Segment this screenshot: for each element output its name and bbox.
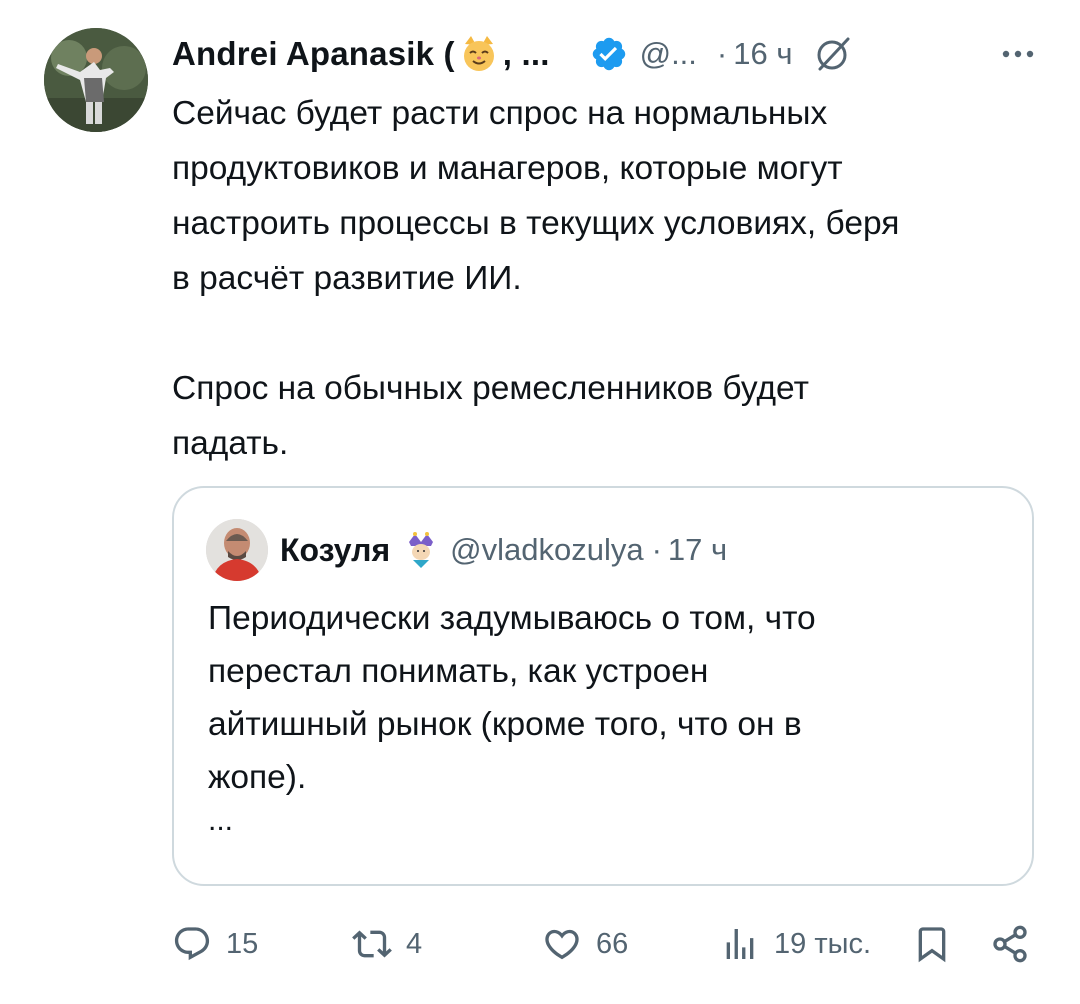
author-name[interactable]: Andrei Apanasik ( bbox=[172, 35, 455, 73]
repost-icon bbox=[352, 930, 392, 958]
author-handle[interactable]: @... bbox=[640, 36, 697, 72]
quoted-tweet-time: 17 ч bbox=[667, 532, 728, 567]
quoted-separator-dot: · bbox=[651, 532, 662, 567]
bookmark-button[interactable] bbox=[912, 912, 952, 976]
bookmark-icon bbox=[918, 927, 946, 963]
share-icon bbox=[993, 925, 1027, 963]
like-count: 66 bbox=[596, 927, 629, 960]
quoted-tweet-header: Козуля @vladkozulya · 17 ч bbox=[206, 518, 727, 582]
grok-icon[interactable] bbox=[812, 33, 854, 75]
reply-button[interactable]: 15 bbox=[172, 912, 258, 976]
tweet-header: Andrei Apanasik ( , ... @... · 16 ч bbox=[172, 28, 1040, 80]
reply-count: 15 bbox=[226, 927, 259, 960]
author-avatar[interactable] bbox=[44, 28, 148, 132]
quoted-author-avatar bbox=[206, 519, 268, 581]
author-name-suffix[interactable]: , ... bbox=[503, 35, 550, 73]
tweet-time[interactable]: 16 ч bbox=[733, 36, 792, 72]
more-icon[interactable] bbox=[996, 32, 1040, 76]
heart-icon bbox=[545, 929, 579, 960]
reply-icon bbox=[174, 927, 210, 961]
quoted-avatar-photo bbox=[206, 519, 268, 581]
repost-button[interactable]: 4 bbox=[352, 912, 422, 976]
share-button[interactable] bbox=[990, 912, 1030, 976]
cat-face-icon bbox=[463, 36, 494, 71]
repost-count: 4 bbox=[406, 927, 423, 960]
views-icon bbox=[726, 929, 754, 959]
jester-emoji-icon bbox=[409, 532, 434, 568]
avatar-photo bbox=[44, 28, 148, 132]
quoted-tweet-ellipsis: ... bbox=[208, 804, 234, 837]
separator-dot: · bbox=[716, 36, 728, 71]
tweet-paragraph-1: Сейчас будет расти спрос на нормальных п… bbox=[172, 95, 900, 297]
quoted-tweet-text: Периодически задумываюсь о том, что пере… bbox=[208, 600, 816, 796]
views-count: 19 тыс. bbox=[774, 927, 871, 960]
quoted-author-name: Козуля bbox=[280, 531, 391, 568]
like-button[interactable]: 66 bbox=[542, 912, 628, 976]
views-button[interactable]: 19 тыс. bbox=[720, 912, 871, 976]
tweet-text: Сейчас будет расти спрос на нормальных п… bbox=[172, 86, 1052, 471]
verified-badge-icon[interactable] bbox=[590, 35, 628, 73]
tweet-paragraph-2: Спрос на обычных ремесленников будет пад… bbox=[172, 370, 809, 462]
quoted-tweet[interactable]: Козуля @vladkozulya · 17 ч Периодически … bbox=[172, 486, 1034, 886]
quoted-author-handle: @vladkozulya bbox=[450, 532, 644, 567]
action-bar: 15 4 66 19 тыс. bbox=[172, 912, 1036, 976]
